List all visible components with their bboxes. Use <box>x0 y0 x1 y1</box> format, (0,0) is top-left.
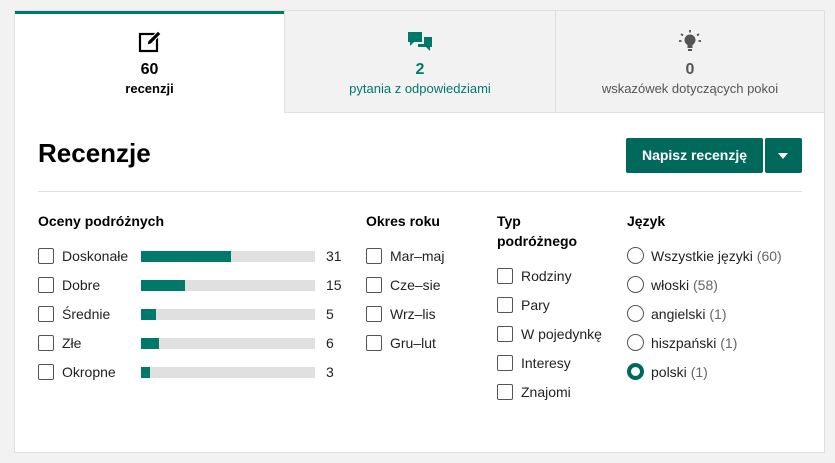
rating-checkbox-terrible[interactable] <box>38 364 54 380</box>
season-label-summer: Cze–sie <box>390 277 441 293</box>
write-review-dropdown-button[interactable] <box>765 138 802 173</box>
language-option-all: Wszystkie języki (60) <box>651 248 782 264</box>
lightbulb-icon <box>679 30 701 51</box>
season-checkbox-winter[interactable] <box>366 335 382 351</box>
traveler-type-heading-line1: Typ <box>497 213 521 229</box>
language-option-polish: polski (1) <box>651 364 708 380</box>
language-radio-english[interactable] <box>627 305 644 322</box>
tabs: 60 recenzji 2 pytania z odpowiedziami 0 … <box>15 11 824 113</box>
chat-icon <box>408 32 432 51</box>
tab-room-tips-label: wskazówek dotyczących pokoi <box>601 81 779 96</box>
rating-bar-good <box>141 280 315 291</box>
rating-bar-average <box>141 309 315 320</box>
traveler-type-heading-line2: podróżnego <box>497 233 578 249</box>
rating-label-terrible: Okropne <box>62 364 116 380</box>
ratings-heading: Oceny podróżnych <box>38 213 165 229</box>
rating-bar-excellent <box>141 251 315 262</box>
edit-icon <box>138 30 162 53</box>
season-label-spring: Mar–maj <box>390 248 445 264</box>
language-count-english: (1) <box>709 306 727 322</box>
traveler-checkbox-solo[interactable] <box>497 326 513 342</box>
tab-reviews[interactable]: 60 recenzji <box>15 11 284 113</box>
language-radio-polish[interactable] <box>627 363 644 380</box>
traveler-label-families: Rodziny <box>521 268 572 284</box>
traveler-label-solo: W pojedynkę <box>521 326 602 342</box>
rating-checkbox-poor[interactable] <box>38 335 54 351</box>
season-heading: Okres roku <box>366 213 440 229</box>
reviews-card: 60 recenzji 2 pytania z odpowiedziami 0 … <box>14 10 825 453</box>
rating-label-poor: Złe <box>62 335 82 351</box>
rating-bar-terrible <box>141 367 315 378</box>
language-label-italian: włoski <box>651 277 690 293</box>
language-radio-spanish[interactable] <box>627 334 644 351</box>
traveler-checkbox-families[interactable] <box>497 268 513 284</box>
rating-count-good: 15 <box>326 277 342 293</box>
tab-qa-label: pytania z odpowiedziami <box>349 81 491 96</box>
tab-qa[interactable]: 2 pytania z odpowiedziami <box>284 11 555 113</box>
language-count-spanish: (1) <box>720 335 738 351</box>
rating-count-average: 5 <box>326 306 334 322</box>
season-label-winter: Gru–lut <box>390 335 436 351</box>
rating-bar-fill-poor <box>141 338 159 349</box>
rating-bar-fill-excellent <box>141 251 232 262</box>
rating-label-good: Dobre <box>62 277 101 293</box>
tab-room-tips-count: 0 <box>685 61 695 78</box>
rating-count-terrible: 3 <box>326 364 334 380</box>
language-option-italian: włoski (58) <box>651 277 718 293</box>
language-count-italian: (58) <box>693 277 718 293</box>
language-heading: Język <box>627 213 666 229</box>
language-radio-all[interactable] <box>627 247 644 264</box>
language-label-spanish: hiszpański <box>651 335 717 351</box>
tab-room-tips[interactable]: 0 wskazówek dotyczących pokoi <box>555 11 824 113</box>
write-review-button[interactable]: Napisz recenzję <box>626 138 763 173</box>
rating-checkbox-good[interactable] <box>38 277 54 293</box>
language-radio-italian[interactable] <box>627 276 644 293</box>
language-option-english: angielski (1) <box>651 306 727 322</box>
rating-count-poor: 6 <box>326 335 334 351</box>
season-checkbox-autumn[interactable] <box>366 306 382 322</box>
season-checkbox-spring[interactable] <box>366 248 382 264</box>
traveler-checkbox-business[interactable] <box>497 355 513 371</box>
traveler-label-couples: Pary <box>521 297 550 313</box>
language-count-polish: (1) <box>690 364 708 380</box>
tab-reviews-count: 60 <box>140 61 159 78</box>
rating-label-excellent: Doskonałe <box>62 248 129 264</box>
tab-reviews-label: recenzji <box>125 81 174 96</box>
traveler-checkbox-couples[interactable] <box>497 297 513 313</box>
divider <box>38 191 802 192</box>
language-count-all: (60) <box>756 248 782 264</box>
traveler-label-business: Interesy <box>521 355 571 371</box>
rating-checkbox-excellent[interactable] <box>38 248 54 264</box>
traveler-checkbox-friends[interactable] <box>497 384 513 400</box>
language-option-spanish: hiszpański (1) <box>651 335 737 351</box>
chevron-down-icon <box>778 153 788 159</box>
language-label-all: Wszystkie języki <box>651 248 753 264</box>
language-label-polish: polski <box>651 364 687 380</box>
rating-bar-fill-terrible <box>141 367 150 378</box>
rating-bar-fill-average <box>141 309 156 320</box>
traveler-label-friends: Znajomi <box>521 384 571 400</box>
rating-checkbox-average[interactable] <box>38 306 54 322</box>
rating-bar-poor <box>141 338 315 349</box>
rating-count-excellent: 31 <box>326 248 342 264</box>
tab-qa-count: 2 <box>415 61 425 78</box>
page-title: Recenzje <box>38 138 151 168</box>
season-label-autumn: Wrz–lis <box>390 306 436 322</box>
rating-label-average: Średnie <box>62 306 111 322</box>
rating-bar-fill-good <box>141 280 185 291</box>
language-label-english: angielski <box>651 306 706 322</box>
season-checkbox-summer[interactable] <box>366 277 382 293</box>
